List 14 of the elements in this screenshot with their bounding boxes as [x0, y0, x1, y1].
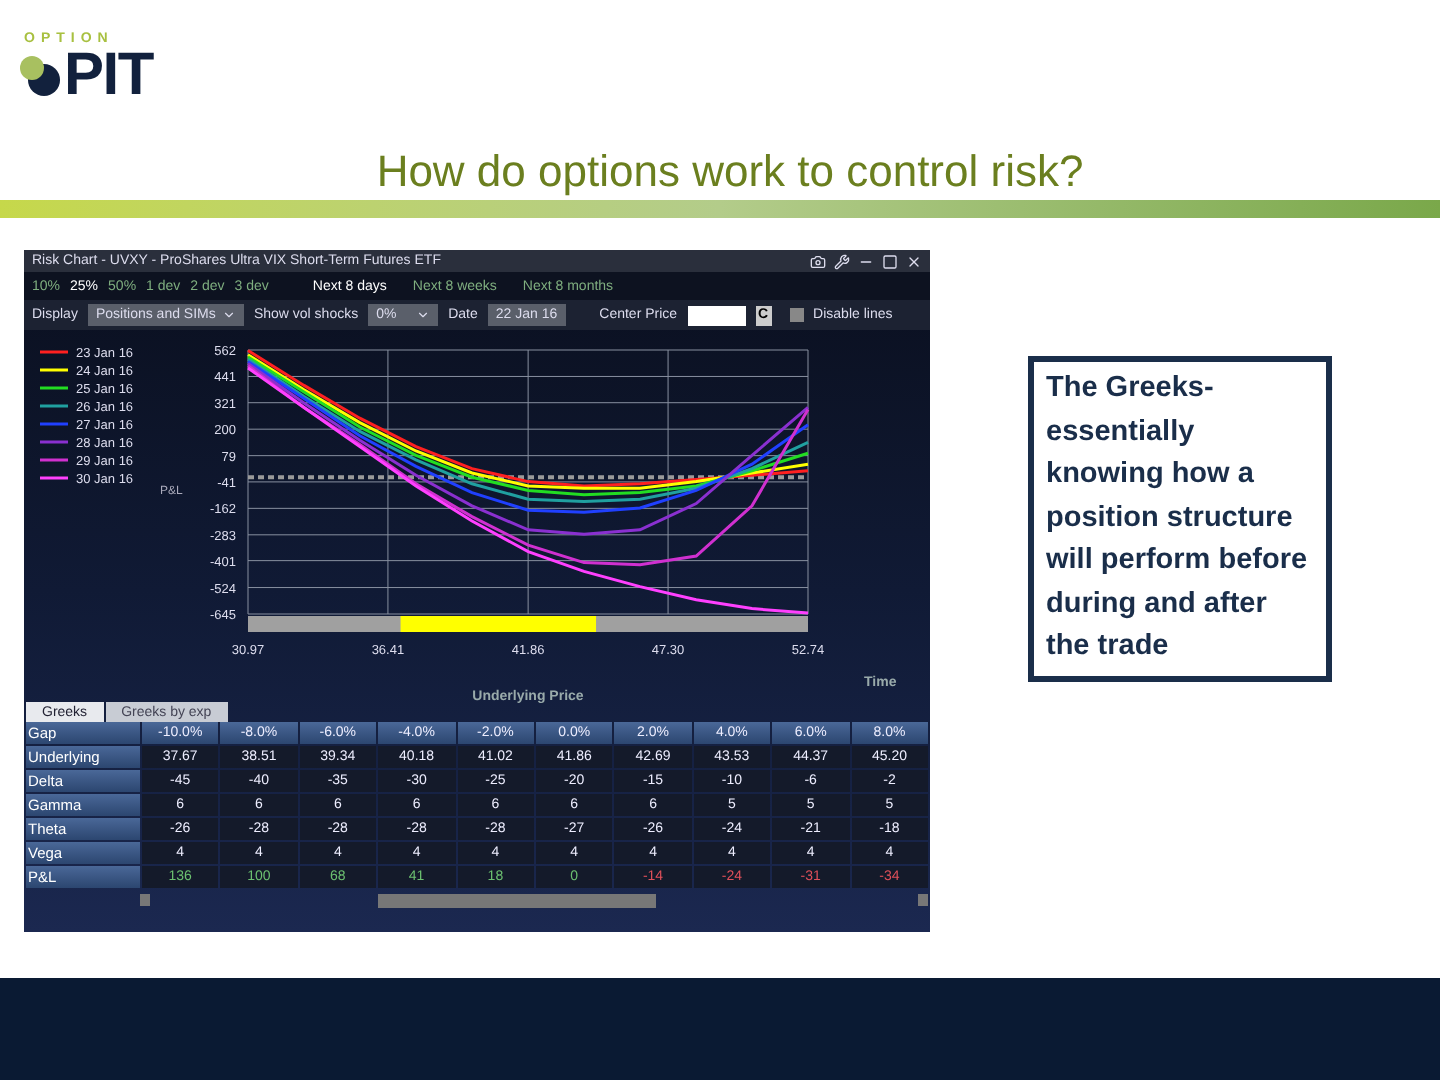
disable-lines-checkbox[interactable] — [789, 308, 804, 322]
center-price-field[interactable] — [687, 305, 746, 325]
scrollbar-thumb[interactable] — [378, 893, 656, 907]
caret-icon — [416, 308, 431, 322]
logo-text: PIT — [64, 46, 153, 106]
wrench-icon[interactable] — [834, 253, 850, 269]
maximize-icon[interactable] — [882, 253, 898, 269]
range-slider[interactable] — [248, 616, 808, 632]
close-icon[interactable] — [906, 253, 922, 269]
logo-circles-icon — [16, 54, 64, 98]
camera-icon[interactable] — [810, 253, 826, 269]
caret-icon — [221, 308, 236, 322]
slide-title: How do options work to control risk? — [376, 150, 1084, 200]
note-box: The Greeks- essentially knowing how a position structure will perform before during and after the trade — [1028, 356, 1332, 681]
